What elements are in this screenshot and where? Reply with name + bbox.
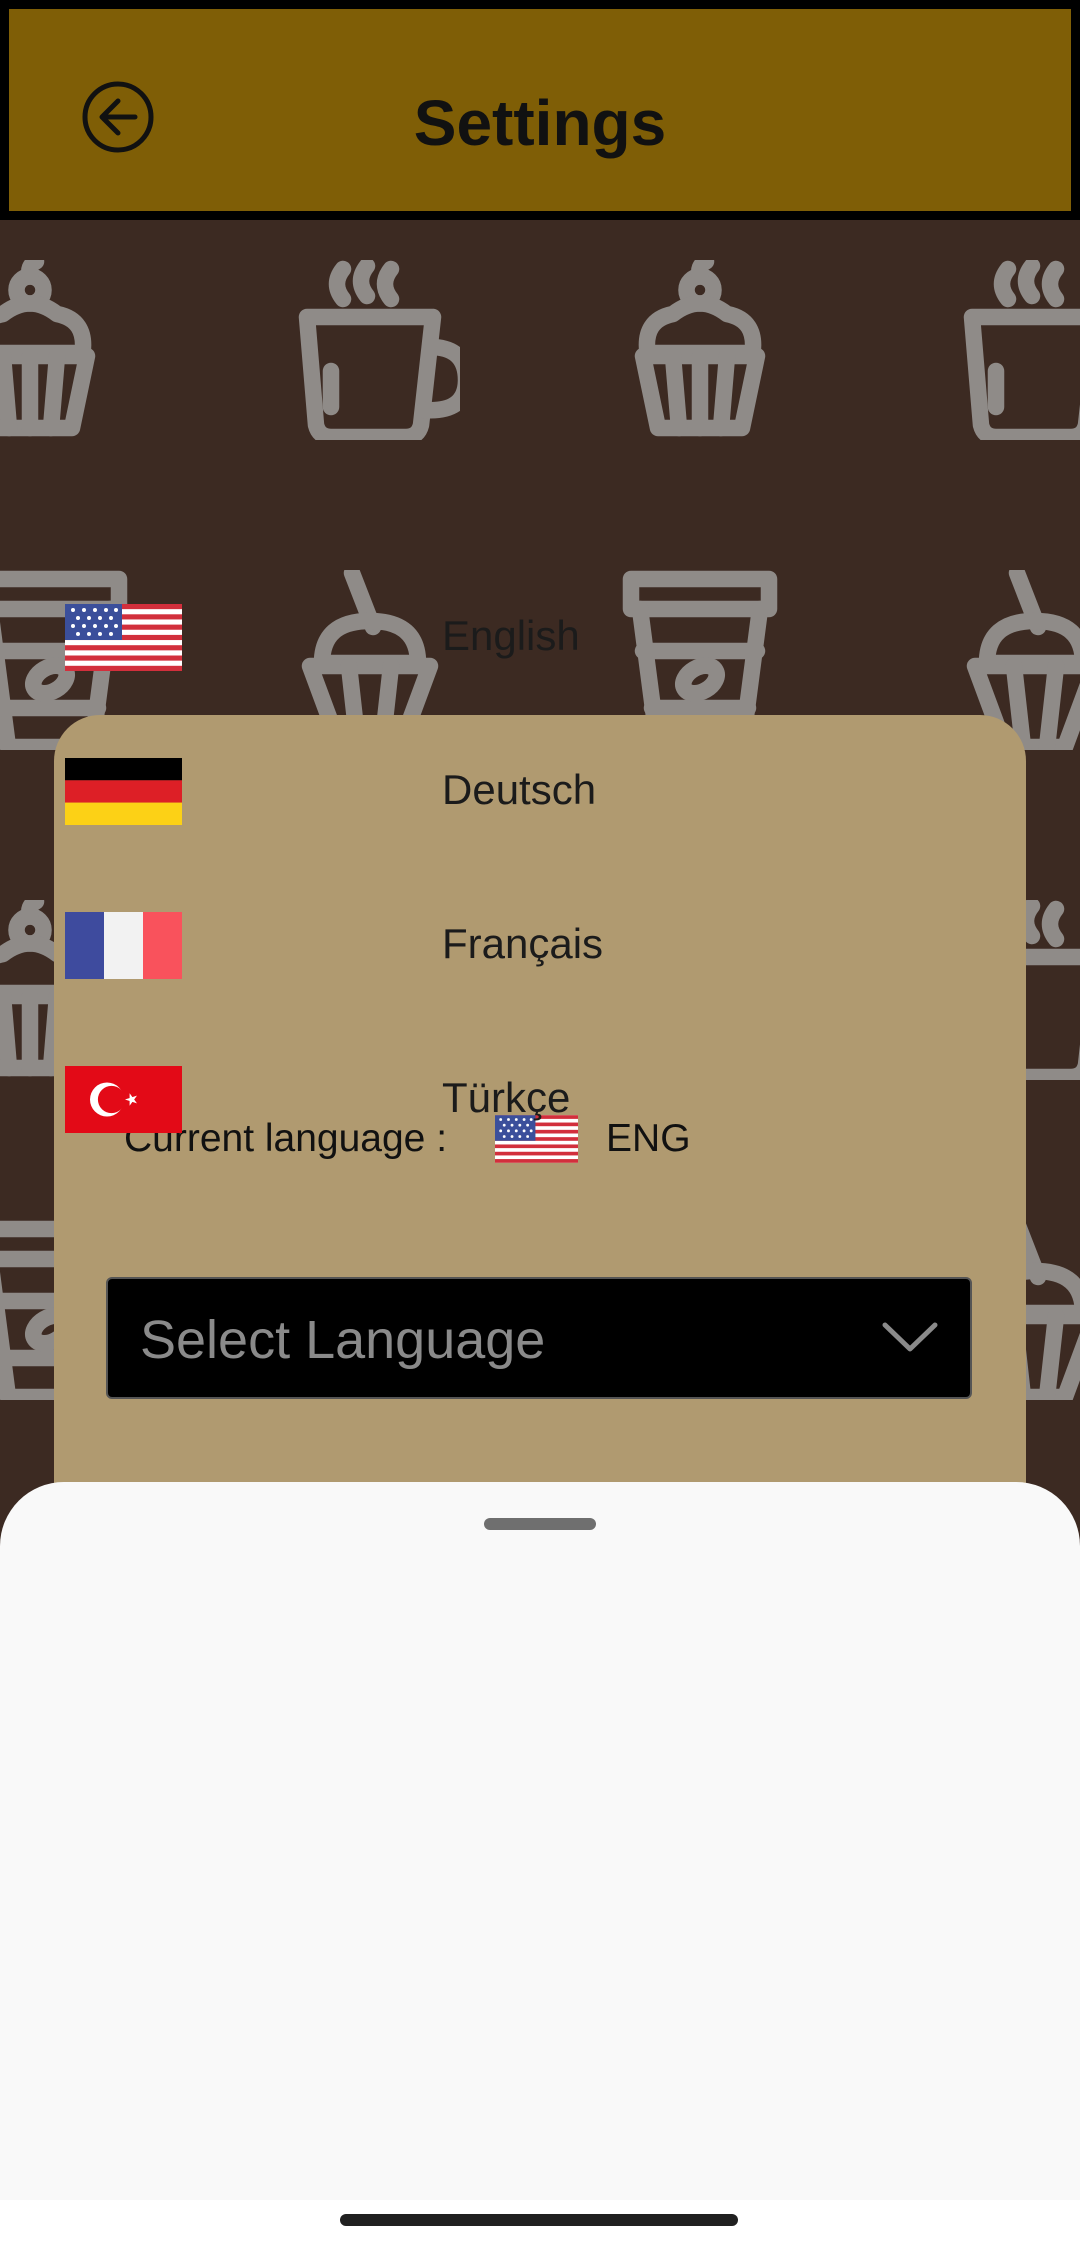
language-option-label: Deutsch [442, 766, 597, 813]
app-bar: Settings [0, 0, 1080, 220]
coffee-mug-icon [307, 266, 466, 437]
language-option-label: English [442, 612, 580, 659]
language-option-deutsch[interactable]: Deutsch [0, 714, 1080, 868]
language-option-label: Français [442, 920, 604, 967]
language-select-placeholder: Select Language [140, 1310, 546, 1370]
chevron-down-icon [882, 1322, 938, 1352]
coffee-mug-icon [972, 266, 1080, 437]
cupcake-icon [643, 262, 757, 429]
language-option-francais[interactable]: Français [0, 868, 1080, 1022]
us-flag-icon [65, 604, 182, 671]
language-option-english[interactable]: English [0, 560, 1080, 714]
cupcake-icon [0, 262, 87, 429]
system-navigation-area [0, 2200, 1080, 2241]
france-flag-icon [65, 912, 182, 979]
language-option-label: Türkçe [442, 1074, 571, 1121]
page-title: Settings [413, 87, 667, 159]
turkey-flag-icon [65, 1066, 182, 1133]
sheet-drag-handle[interactable] [484, 1518, 596, 1530]
language-option-turkce[interactable]: Türkçe [0, 1022, 1080, 1176]
language-bottom-sheet: English Deutsch Français Türkçe [0, 604, 1080, 2200]
home-gesture-bar[interactable] [340, 2214, 738, 2226]
language-select[interactable]: Select Language [106, 1277, 972, 1399]
germany-flag-icon [65, 758, 182, 825]
